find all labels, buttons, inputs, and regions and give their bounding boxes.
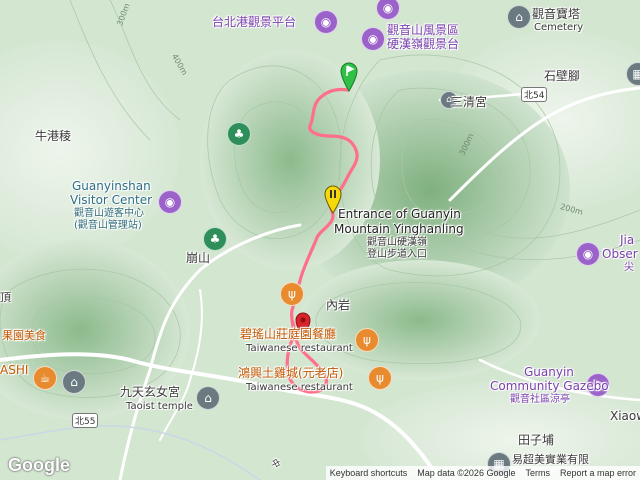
- label-left-ding: 頂: [0, 291, 11, 304]
- report-error-link[interactable]: Report a map error: [560, 468, 636, 478]
- label-gazebo-1[interactable]: Guanyin: [524, 365, 574, 380]
- google-logo: Google: [8, 455, 70, 475]
- label-trail-entrance-en1[interactable]: Entrance of Guanyin: [338, 207, 461, 222]
- start-flag-marker[interactable]: [339, 60, 359, 92]
- camera-icon[interactable]: ◉: [314, 10, 338, 34]
- label-jiutian-type[interactable]: Taoist temple: [126, 401, 193, 413]
- park-icon[interactable]: ♣: [227, 122, 251, 146]
- label-jia-1[interactable]: Jia: [620, 233, 634, 248]
- label-left-ashi[interactable]: ASHI: [0, 363, 28, 378]
- temple-icon[interactable]: ⌂: [196, 386, 220, 410]
- label-niugangleng: 牛港稜: [35, 129, 72, 143]
- label-left-fruit[interactable]: 果園美食: [2, 329, 46, 343]
- label-jia-2[interactable]: Obser: [602, 247, 638, 262]
- label-sanqing-temple[interactable]: 三清宮: [451, 95, 487, 110]
- label-visitor-center-zh1[interactable]: 觀音山遊客中心: [74, 208, 144, 220]
- label-biyao-type[interactable]: Taiwanese restaurant: [246, 343, 353, 355]
- map-data-text: Map data ©2026 Google: [417, 468, 516, 478]
- label-gazebo-2[interactable]: Community Gazebo: [490, 379, 609, 394]
- label-guanyin-pagoda[interactable]: 觀音寶塔: [532, 7, 580, 22]
- keyboard-shortcuts-link[interactable]: Keyboard shortcuts: [330, 468, 408, 478]
- label-gazebo-3[interactable]: 觀音社區涼亭: [510, 394, 570, 406]
- label-benshan: 崩山: [186, 251, 211, 265]
- cafe-icon[interactable]: ☕: [33, 366, 57, 390]
- label-hongxing-type[interactable]: Taiwanese restaurant: [246, 382, 353, 394]
- label-jia-3[interactable]: 尖: [624, 262, 634, 274]
- pagoda-icon[interactable]: ⌂: [507, 5, 531, 29]
- label-visitor-center-zh2[interactable]: (觀音山管理站): [74, 220, 142, 232]
- label-yichao[interactable]: 易超美實業有限: [512, 453, 589, 467]
- label-biyao-restaurant[interactable]: 碧瑤山莊庭園餐廳: [240, 327, 336, 342]
- road-shield-bei55: 北55: [72, 413, 99, 428]
- label-shibijiao: 石壁腳: [544, 69, 581, 83]
- label-taipei-port-platform[interactable]: 台北港觀景平台: [212, 15, 296, 30]
- label-yinghanling-viewpoint[interactable]: 硬漢嶺觀景台: [387, 37, 459, 52]
- label-visitor-center-en1[interactable]: Guanyinshan: [72, 179, 151, 194]
- restaurant-icon[interactable]: ψ: [368, 366, 392, 390]
- label-xiaow: Xiaow: [610, 409, 640, 423]
- restaurant-icon[interactable]: ψ: [355, 328, 379, 352]
- restaurant-icon[interactable]: ψ: [280, 282, 304, 306]
- camera-icon[interactable]: ◉: [158, 190, 182, 214]
- attribution-bar: Keyboard shortcuts Map data ©2026 Google…: [325, 466, 640, 480]
- road-shield-bei54: 北54: [521, 87, 548, 102]
- label-cemetery[interactable]: Cemetery: [534, 22, 583, 34]
- label-hongxing-restaurant[interactable]: 鴻興土雞城(元老店): [238, 366, 343, 381]
- label-visitor-center-en2[interactable]: Visitor Center: [70, 193, 152, 208]
- ridge-south: [300, 260, 540, 380]
- label-trail-entrance-zh1[interactable]: 觀音山硬漢嶺: [367, 237, 427, 249]
- camera-icon[interactable]: ◉: [576, 242, 600, 266]
- camera-icon[interactable]: ◉: [361, 27, 385, 51]
- park-icon[interactable]: ♣: [203, 227, 227, 251]
- label-trail-entrance-zh2[interactable]: 登山步道入口: [367, 249, 427, 261]
- museum-icon[interactable]: ⌂: [62, 370, 86, 394]
- terms-link[interactable]: Terms: [525, 468, 550, 478]
- label-trail-entrance-en2[interactable]: Mountain Yinghanling: [334, 222, 464, 237]
- label-guanyin-scenic[interactable]: 觀音山風景區: [387, 23, 459, 38]
- label-neiyan: 內岩: [326, 298, 351, 312]
- label-tianzipu: 田子埔: [518, 433, 555, 447]
- label-jiutian-temple[interactable]: 九天玄女宮: [120, 385, 180, 400]
